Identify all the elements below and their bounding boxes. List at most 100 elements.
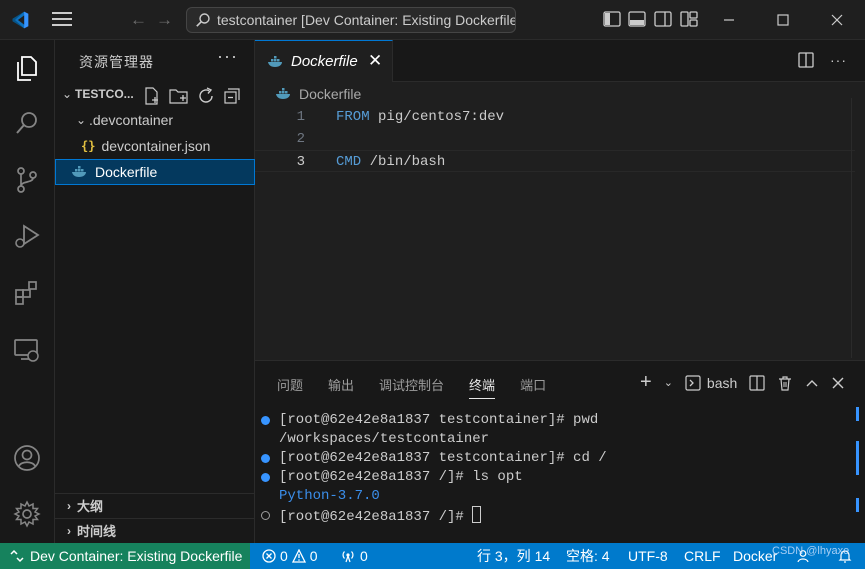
timeline-section-header[interactable]: › 时间线 (55, 518, 255, 542)
ports-indicator[interactable]: 0 (340, 543, 368, 569)
more-actions-icon[interactable]: ··· (830, 52, 847, 68)
sidebar-more-actions-button[interactable]: ··· (217, 46, 238, 67)
search-text: testcontainer [Dev Container: Existing D… (217, 12, 516, 28)
toggle-primary-sidebar-icon[interactable] (603, 11, 621, 27)
accounts-icon[interactable] (12, 443, 42, 473)
json-file-icon: {} (81, 139, 96, 153)
indentation[interactable]: 空格: 4 (566, 543, 610, 569)
forward-arrow-icon[interactable]: → (156, 10, 173, 30)
vscode-logo-icon[interactable] (10, 10, 30, 30)
problems-indicator[interactable]: 0 0 (262, 543, 318, 569)
split-terminal-icon[interactable] (749, 374, 765, 391)
remote-explorer-icon[interactable] (12, 335, 42, 365)
language-label: Docker (733, 548, 778, 564)
explorer-actions (143, 87, 241, 105)
activity-bar (0, 40, 55, 543)
code-line-current: 3 CMD /bin/bash (255, 150, 855, 172)
command-success-dot[interactable] (261, 454, 270, 463)
search-icon[interactable] (12, 108, 42, 138)
tree-item-label: Dockerfile (95, 164, 158, 180)
tab-terminal[interactable]: 终端 (469, 375, 496, 399)
close-window-button[interactable] (825, 8, 849, 32)
code-text: pig/centos7:dev (369, 109, 505, 125)
terminal-prompt: [root@62e42e8a1837 /]# (279, 509, 473, 525)
docker-file-icon (276, 88, 290, 99)
encoding[interactable]: UTF-8 (628, 543, 668, 569)
menu-icon[interactable] (52, 12, 72, 28)
end-of-line[interactable]: CRLF (684, 543, 721, 569)
tab-output[interactable]: 输出 (328, 375, 354, 399)
command-pending-dot (261, 511, 270, 520)
editor-scrollbar[interactable] (851, 98, 865, 358)
explorer-icon[interactable] (12, 53, 42, 83)
customize-layout-icon[interactable] (680, 11, 698, 27)
line-number: 1 (296, 109, 305, 125)
refresh-icon[interactable] (197, 87, 215, 105)
terminal-line: /workspaces/testcontainer (261, 430, 607, 449)
breadcrumb-file[interactable]: Dockerfile (299, 86, 361, 102)
tab-close-icon[interactable]: ✕ (368, 51, 382, 71)
tab-problems[interactable]: 问题 (277, 375, 303, 399)
minimize-button[interactable] (717, 8, 741, 32)
chevron-down-icon[interactable]: ⌄ (664, 376, 673, 389)
collapse-all-icon[interactable] (223, 87, 241, 105)
tab-debug-console[interactable]: 调试控制台 (379, 375, 444, 399)
chevron-down-icon: ⌄ (61, 87, 73, 101)
trash-icon[interactable] (777, 375, 793, 391)
title-bar: ← → testcontainer [Dev Container: Existi… (0, 0, 865, 40)
run-debug-icon[interactable] (12, 221, 42, 251)
maximize-button[interactable] (771, 8, 795, 32)
warning-count: 0 (309, 548, 318, 564)
cursor-position[interactable]: 行 3，列 14 (477, 543, 550, 569)
tree-item-devcontainer-folder[interactable]: ⌄ .devcontainer (55, 107, 255, 133)
terminal-line: [root@62e42e8a1837 testcontainer]# cd / (261, 449, 607, 468)
split-editor-icon[interactable] (798, 52, 814, 68)
command-success-dot[interactable] (261, 416, 270, 425)
new-folder-icon[interactable] (169, 87, 189, 105)
docker-file-icon (72, 166, 86, 177)
tab-dockerfile[interactable]: Dockerfile ✕ (255, 40, 393, 82)
docker-file-icon (268, 55, 282, 67)
tab-label: Dockerfile (291, 53, 358, 70)
tree-item-dockerfile[interactable]: Dockerfile (55, 159, 255, 185)
code-line: 2 (255, 128, 855, 150)
terminal-shell-label[interactable]: bash (707, 375, 737, 391)
maximize-panel-icon[interactable] (805, 376, 819, 390)
command-success-dot[interactable] (261, 473, 270, 482)
terminal-text: Python-3.7.0 (279, 488, 380, 504)
settings-gear-icon[interactable] (12, 499, 42, 529)
tree-item-devcontainer-json[interactable]: {} devcontainer.json (55, 133, 255, 159)
tree-item-label: .devcontainer (89, 112, 174, 128)
toggle-panel-icon[interactable] (628, 11, 646, 27)
remote-label: Dev Container: Existing Dockerfile (30, 548, 243, 564)
outline-section-header[interactable]: › 大纲 (55, 493, 255, 517)
toggle-secondary-sidebar-icon[interactable] (654, 11, 672, 27)
extensions-icon[interactable] (12, 278, 42, 308)
terminal-line: [root@62e42e8a1837 /]# ls opt (261, 468, 607, 487)
status-bar: Dev Container: Existing Dockerfile 0 0 0… (0, 543, 865, 569)
close-panel-icon[interactable] (831, 376, 845, 390)
tab-ports[interactable]: 端口 (520, 375, 546, 399)
line-number: 3 (296, 154, 305, 170)
new-terminal-icon[interactable]: + (640, 371, 652, 394)
search-icon (196, 13, 210, 27)
source-control-icon[interactable] (12, 165, 42, 195)
chevron-right-icon: › (67, 523, 71, 538)
editor-actions: ··· (798, 52, 847, 68)
new-file-icon[interactable] (143, 87, 161, 105)
ports-count: 0 (360, 548, 368, 564)
command-center-search[interactable]: testcontainer [Dev Container: Existing D… (186, 7, 516, 33)
terminal-text: [root@62e42e8a1837 testcontainer]# pwd (279, 412, 599, 428)
language-mode[interactable]: Docker (733, 543, 777, 569)
bottom-panel: 问题 输出 调试控制台 终端 端口 + ⌄ bash [root@62e42e8… (255, 360, 865, 543)
terminal-icon (685, 374, 701, 391)
line-number: 2 (296, 131, 305, 147)
remote-indicator[interactable]: Dev Container: Existing Dockerfile (0, 543, 250, 569)
editor-area: Dockerfile ✕ ··· Dockerfile 1 FROM pig/c… (255, 40, 865, 360)
terminal-scroll-marker (856, 441, 859, 475)
back-arrow-icon[interactable]: ← (130, 10, 147, 30)
chevron-down-icon: ⌄ (75, 113, 87, 127)
terminal-output[interactable]: [root@62e42e8a1837 testcontainer]# pwd /… (261, 411, 607, 525)
spaces-label: 空格: 4 (566, 548, 610, 564)
watermark: CSDN @lhyaxe (772, 545, 850, 557)
